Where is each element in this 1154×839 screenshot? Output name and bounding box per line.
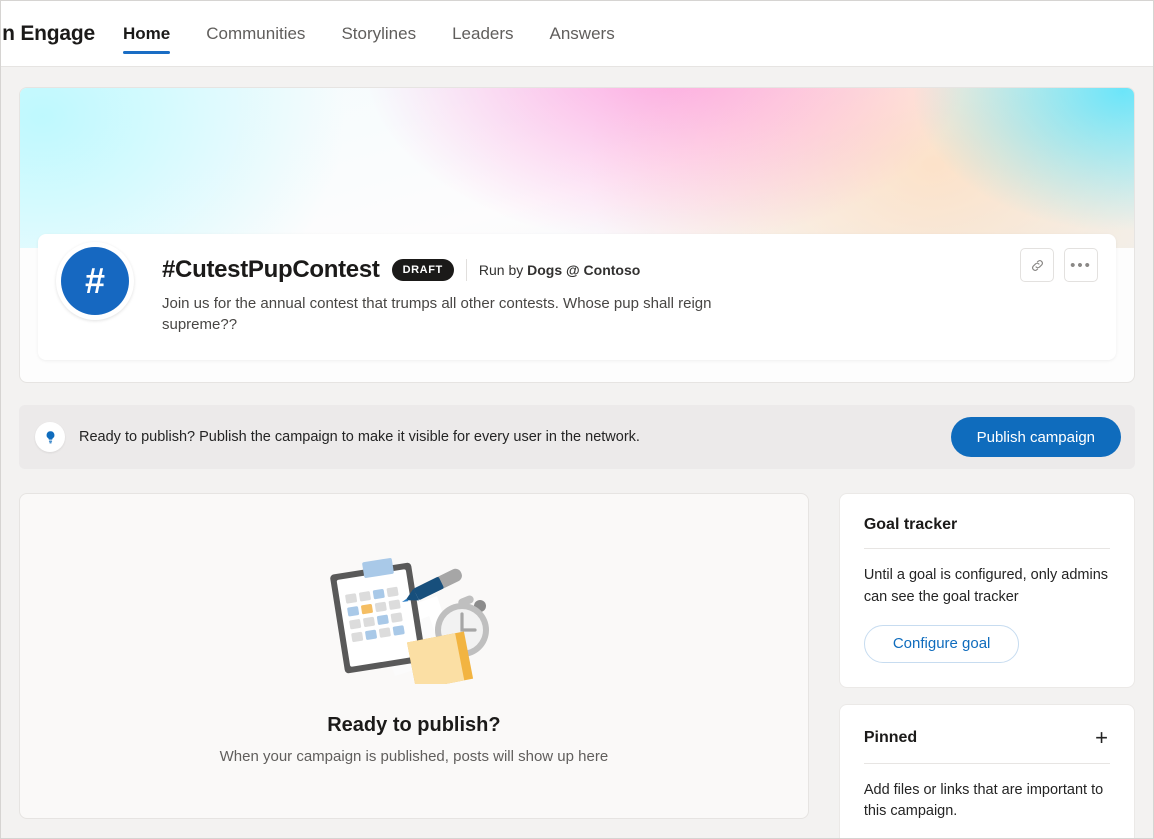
publish-banner-message: Ready to publish? Publish the campaign t… [79, 429, 640, 445]
brand-label: n Engage [2, 1, 105, 66]
campaign-description: Join us for the annual contest that trum… [162, 293, 742, 336]
tab-leaders-label: Leaders [452, 24, 513, 44]
empty-state-title: Ready to publish? [327, 714, 500, 737]
tab-storylines[interactable]: Storylines [323, 1, 434, 66]
pinned-header: Pinned + [864, 727, 1110, 749]
empty-state-subtitle: When your campaign is published, posts w… [220, 748, 609, 765]
tab-answers[interactable]: Answers [532, 1, 633, 66]
nav-tabs: Home Communities Storylines Leaders Answ… [105, 1, 633, 66]
lightbulb-icon [35, 422, 65, 452]
clipboard-pen-stopwatch-note-illustration [325, 552, 503, 684]
hashtag-icon: # [61, 247, 129, 315]
tab-answers-label: Answers [550, 24, 615, 44]
publish-campaign-button[interactable]: Publish campaign [951, 417, 1121, 457]
goal-tracker-card: Goal tracker Until a goal is configured,… [839, 493, 1135, 688]
goal-tracker-title: Goal tracker [864, 516, 957, 534]
campaign-owner: Run by Dogs @ Contoso [479, 262, 640, 278]
tab-leaders[interactable]: Leaders [434, 1, 531, 66]
campaign-cover-gradient [20, 88, 1134, 248]
app-window: n Engage Home Communities Storylines Lea… [0, 0, 1154, 839]
divider [864, 548, 1110, 549]
top-navigation-bar: n Engage Home Communities Storylines Lea… [1, 1, 1153, 67]
goal-tracker-header: Goal tracker [864, 516, 1110, 534]
run-by-prefix: Run by [479, 262, 523, 278]
goal-tracker-text: Until a goal is configured, only admins … [864, 565, 1110, 609]
campaign-header-card: # #CutestPupContest DRAFT Run by Dogs @ … [19, 87, 1135, 383]
tab-communities[interactable]: Communities [188, 1, 323, 66]
divider [864, 763, 1110, 764]
run-by-name[interactable]: Dogs @ Contoso [527, 262, 640, 278]
campaign-title: #CutestPupContest [162, 256, 380, 284]
campaign-avatar: # [56, 242, 134, 320]
campaign-title-row: #CutestPupContest DRAFT Run by Dogs @ Co… [162, 256, 1094, 284]
tab-home[interactable]: Home [105, 1, 188, 66]
status-badge: DRAFT [392, 259, 454, 281]
page-content: # #CutestPupContest DRAFT Run by Dogs @ … [1, 67, 1153, 839]
tab-home-label: Home [123, 24, 170, 44]
pinned-title: Pinned [864, 729, 917, 747]
right-rail: Goal tracker Until a goal is configured,… [839, 493, 1135, 839]
pinned-card: Pinned + Add files or links that are imp… [839, 704, 1135, 839]
campaign-info-panel: # #CutestPupContest DRAFT Run by Dogs @ … [38, 234, 1116, 360]
tab-storylines-label: Storylines [341, 24, 416, 44]
ellipsis-glyph: ••• [1070, 258, 1092, 273]
more-options-icon[interactable]: ••• [1064, 248, 1098, 282]
configure-goal-button[interactable]: Configure goal [864, 625, 1020, 663]
divider [466, 259, 467, 281]
tab-communities-label: Communities [206, 24, 305, 44]
link-icon[interactable] [1020, 248, 1054, 282]
pinned-text: Add files or links that are important to… [864, 780, 1110, 824]
campaign-actions: ••• [1020, 248, 1098, 282]
brand-logo[interactable]: n Engage [1, 1, 105, 66]
publish-banner: Ready to publish? Publish the campaign t… [19, 405, 1135, 469]
campaign-feed-empty-state: Ready to publish? When your campaign is … [19, 493, 809, 819]
main-grid: Ready to publish? When your campaign is … [19, 493, 1135, 839]
plus-icon[interactable]: + [1093, 727, 1110, 749]
